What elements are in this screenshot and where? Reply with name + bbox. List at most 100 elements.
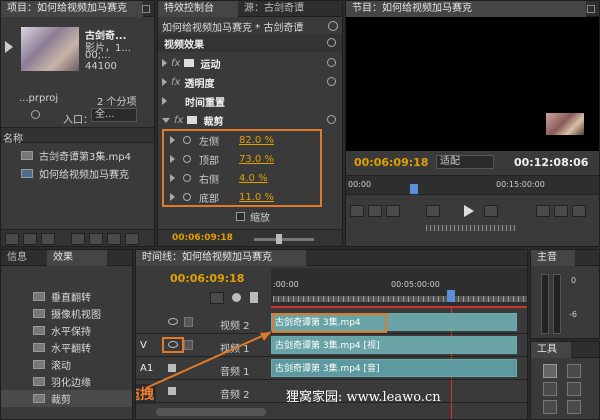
stopwatch-icon[interactable] — [183, 136, 191, 144]
ripple-edit-tool-icon[interactable] — [543, 382, 557, 396]
selection-tool-icon[interactable] — [543, 364, 557, 378]
set-marker-button[interactable] — [386, 205, 400, 217]
effect-opacity[interactable]: fx 透明度 — [158, 73, 342, 91]
list-item[interactable]: 如何给视频加马赛克 — [1, 165, 154, 182]
search-icon[interactable] — [31, 110, 40, 119]
program-timecode[interactable]: 00:06:09:18 — [354, 156, 428, 169]
program-ruler[interactable]: 00:00 00:15:00:00 — [346, 175, 599, 195]
crop-top-value[interactable]: 73.0 % — [239, 154, 274, 165]
zoom-row[interactable]: 缩放 — [158, 207, 342, 225]
panel-menu-icon[interactable] — [587, 5, 595, 13]
play-button[interactable] — [464, 205, 474, 217]
reset-icon[interactable] — [327, 77, 336, 86]
fx-icon[interactable]: fx — [171, 58, 180, 69]
expand-icon[interactable] — [170, 155, 175, 163]
tab-info[interactable]: 信息 — [1, 250, 47, 266]
effect-item-crop[interactable]: 裁剪 — [1, 390, 132, 407]
audio-tabbar: 主音 — [531, 250, 599, 266]
expand-icon[interactable] — [162, 97, 167, 105]
panel-menu-icon[interactable] — [142, 5, 150, 13]
razor-tool-icon[interactable] — [543, 400, 557, 414]
new-bin-button[interactable] — [89, 233, 103, 245]
track-select-tool-icon[interactable] — [567, 364, 581, 378]
effect-item[interactable]: 垂直翻转 — [1, 288, 132, 305]
project-bottom-bar — [1, 229, 154, 246]
crop-bottom-value[interactable]: 11.0 % — [239, 192, 274, 203]
lift-button[interactable] — [536, 205, 550, 217]
effect-item[interactable]: 水平翻转 — [1, 339, 132, 356]
play-thumb-icon[interactable] — [5, 41, 13, 53]
hand-tool-icon[interactable] — [567, 400, 581, 414]
effect-item[interactable]: 羽化边缘 — [1, 373, 132, 390]
project-panel: 项目：如何给视频加马赛克 古剑奇... 影片，1... 00;... 44100… — [0, 0, 155, 247]
automate-button[interactable] — [41, 233, 55, 245]
effect-item[interactable]: 水平保持 — [1, 322, 132, 339]
meter-scale-0: 0 — [571, 276, 577, 285]
section-toggle-icon[interactable] — [327, 38, 336, 47]
effect-motion[interactable]: fx 运动 — [158, 54, 342, 72]
step-forward-button[interactable] — [484, 205, 498, 217]
tab-effects[interactable]: 效果 — [47, 250, 107, 266]
effect-crop[interactable]: fx 裁剪 — [158, 111, 342, 129]
zoom-slider-thumb[interactable] — [276, 234, 282, 244]
rolling-edit-tool-icon[interactable] — [567, 382, 581, 396]
effect-item[interactable]: 摄像机视图 — [1, 305, 132, 322]
fit-select[interactable]: 适配 — [436, 155, 494, 169]
reset-icon[interactable] — [327, 115, 336, 124]
zoom-checkbox[interactable] — [236, 211, 245, 221]
expand-icon[interactable] — [162, 78, 167, 86]
delete-button[interactable] — [125, 233, 139, 245]
expand-icon[interactable] — [170, 174, 175, 182]
audio-meter-left — [541, 274, 549, 334]
crop-icon — [187, 116, 198, 124]
reset-icon[interactable] — [327, 58, 336, 67]
extract-button[interactable] — [554, 205, 568, 217]
tab-project[interactable]: 项目：如何给视频加马赛克 — [1, 1, 143, 17]
mark-in-button[interactable] — [350, 205, 364, 217]
entry-select[interactable]: 全... — [91, 108, 137, 122]
expand-icon[interactable] — [162, 59, 167, 67]
effect-icon — [33, 343, 45, 352]
effect-time-remap[interactable]: 时间重置 — [158, 92, 342, 110]
tab-program[interactable]: 节目：如何给视频加马赛克 — [346, 1, 586, 17]
tab-tools[interactable]: 工具 — [531, 342, 571, 358]
playhead-icon[interactable] — [410, 184, 418, 194]
find-button[interactable] — [71, 233, 85, 245]
crop-left-value[interactable]: 82.0 % — [239, 135, 274, 146]
effect-bottom-bar: 00:06:09:18 — [158, 229, 342, 246]
effect-timecode[interactable]: 00:06:09:18 — [172, 233, 233, 243]
crop-param-bottom[interactable]: 底部 11.0 % — [158, 188, 342, 206]
zoom-slider[interactable] — [254, 238, 314, 241]
expand-icon[interactable] — [170, 136, 175, 144]
list-item[interactable]: 古剑奇谭第3集.mp4 — [1, 147, 154, 164]
jog-shuttle[interactable] — [426, 225, 516, 231]
crop-right-value[interactable]: 4.0 % — [239, 173, 268, 184]
mark-out-button[interactable] — [368, 205, 382, 217]
collapse-icon[interactable] — [162, 117, 170, 123]
crop-param-top[interactable]: 顶部 73.0 % — [158, 150, 342, 168]
column-header[interactable]: 名称 — [1, 127, 154, 145]
step-back-button[interactable] — [426, 205, 440, 217]
tab-effect-controls[interactable]: 特效控制台 — [158, 1, 238, 17]
export-frame-button[interactable] — [572, 205, 586, 217]
items-count: 2 个分项 — [97, 97, 137, 108]
effect-header-arrow-icon[interactable] — [328, 21, 338, 31]
fx-icon[interactable]: fx — [174, 115, 183, 126]
fx-icon[interactable]: fx — [171, 77, 180, 88]
stopwatch-icon[interactable] — [183, 193, 191, 201]
expand-icon[interactable] — [170, 193, 175, 201]
crop-param-right[interactable]: 右侧 4.0 % — [158, 169, 342, 187]
crop-param-left[interactable]: 左侧 82.0 % — [158, 131, 342, 149]
tab-source[interactable]: 源：古剑奇谭 — [238, 1, 338, 17]
stopwatch-icon[interactable] — [183, 155, 191, 163]
effect-item[interactable]: 滚动 — [1, 356, 132, 373]
effect-icon — [33, 360, 45, 369]
program-time-row: 00:06:09:18 适配 00:12:08:06 — [346, 153, 599, 173]
list-view-button[interactable] — [5, 233, 19, 245]
program-monitor-panel: 节目：如何给视频加马赛克 00:06:09:18 适配 00:12:08:06 … — [345, 0, 600, 247]
icon-view-button[interactable] — [23, 233, 37, 245]
new-item-button[interactable] — [107, 233, 121, 245]
audio-master-panel: 主音 0 -6 — [530, 249, 600, 339]
tab-audio-master[interactable]: 主音 — [531, 250, 575, 266]
stopwatch-icon[interactable] — [183, 174, 191, 182]
